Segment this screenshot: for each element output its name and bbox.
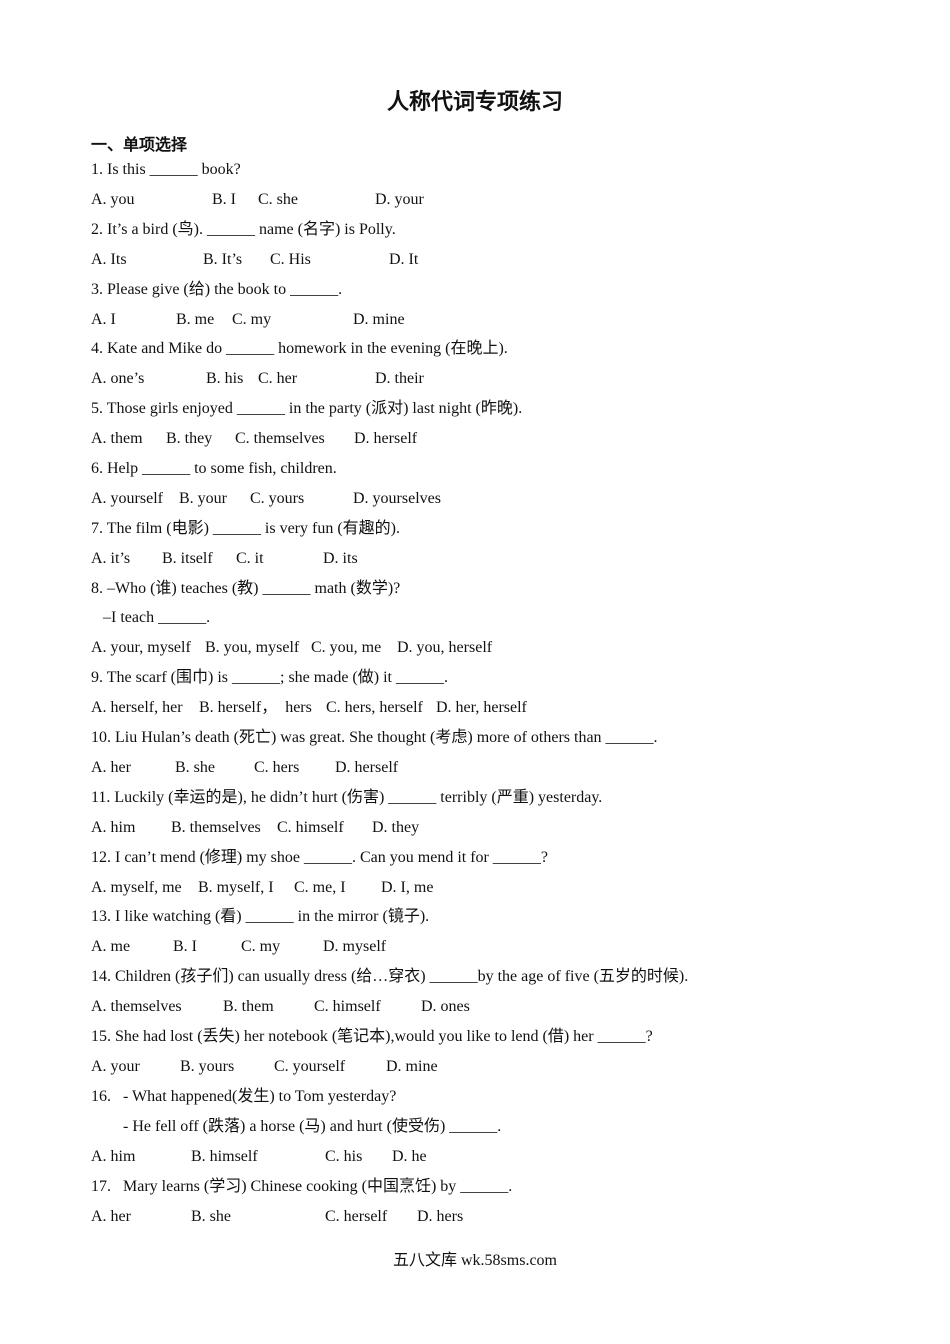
answer-option: A. your (91, 1058, 140, 1075)
answer-option: B. themselves (171, 819, 261, 836)
answer-option: C. yourself (274, 1058, 346, 1075)
answer-option: D. herself (354, 430, 418, 447)
answer-option: D. mine (353, 311, 405, 328)
answer-option: B. yours (180, 1058, 235, 1075)
question-stem: 14. Children (孩子们) can usually dress (给…… (91, 968, 689, 985)
answer-option: A. them (91, 430, 143, 447)
answer-option: C. her (258, 370, 298, 387)
answer-option: A. him (91, 819, 136, 836)
question-stem: 5. Those girls enjoyed ______ in the par… (91, 400, 523, 417)
answer-option: D. you, herself (397, 639, 493, 656)
answer-option: C. hers (254, 759, 300, 776)
answer-option: C. my (241, 938, 281, 955)
question-stem: 1. Is this ______ book? (91, 161, 241, 178)
question-stem-continued: - He fell off (跌落) a horse (马) and hurt … (91, 1118, 502, 1135)
answer-option: B. himself (191, 1148, 258, 1165)
answer-option: B. I (173, 938, 197, 955)
answer-option: B. they (166, 430, 213, 447)
answer-option: A. themselves (91, 998, 182, 1015)
answer-option: B. I (212, 191, 236, 208)
answer-option: D. ones (421, 998, 470, 1015)
answer-option: D. their (375, 370, 424, 387)
answer-option: C. my (232, 311, 272, 328)
answer-option: D. her, herself (436, 699, 527, 716)
question-stem: 13. I like watching (看) ______ in the mi… (91, 908, 430, 925)
answer-option: C. herself (325, 1208, 388, 1225)
answer-option: C. she (258, 191, 298, 208)
answer-option: C. himself (314, 998, 381, 1015)
answer-option: D. yourselves (353, 490, 441, 507)
question-stem: 9. The scarf (围巾) is ______; she made (做… (91, 669, 448, 686)
answer-option: B. she (191, 1208, 231, 1225)
answer-option: A. her (91, 1208, 131, 1225)
answer-option: A. me (91, 938, 131, 955)
answer-option: A. him (91, 1148, 136, 1165)
answer-option: A. you (91, 191, 135, 208)
answer-option: A. your, myself (91, 639, 191, 656)
question-stem: 17. Mary learns (学习) Chinese cooking (中国… (91, 1178, 513, 1195)
question-stem: 8. –Who (谁) teaches (教) ______ math (数学)… (91, 580, 401, 597)
answer-option: B. his (206, 370, 244, 387)
answer-option: B. itself (162, 550, 213, 567)
question-stem: 10. Liu Hulan’s death (死亡) was great. Sh… (91, 729, 658, 746)
answer-option: C. it (236, 550, 264, 567)
answer-option: B. herself， hers (199, 699, 312, 716)
answer-option: A. myself, me (91, 879, 182, 896)
answer-option: D. It (389, 251, 419, 268)
footer-watermark: 五八文库 wk.58sms.com (392, 1252, 557, 1269)
answer-option: C. you, me (311, 639, 382, 656)
question-stem: 7. The film (电影) ______ is very fun (有趣的… (91, 520, 400, 537)
question-stem-continued: –I teach ______. (91, 609, 211, 626)
answer-option: A. one’s (91, 370, 145, 387)
section-heading: 一、单项选择 (91, 135, 188, 154)
answer-option: C. himself (277, 819, 344, 836)
answer-option: A. yourself (91, 490, 163, 507)
question-stem: 11. Luckily (幸运的是), he didn’t hurt (伤害) … (91, 789, 603, 806)
answer-option: A. her (91, 759, 131, 776)
answer-option: C. His (270, 251, 311, 268)
answer-option: B. me (176, 311, 215, 328)
answer-option: C. hers, herself (326, 699, 423, 716)
answer-option: D. he (392, 1148, 427, 1165)
answer-option: D. I, me (381, 879, 434, 896)
answer-option: D. hers (417, 1208, 464, 1225)
answer-option: D. mine (386, 1058, 438, 1075)
answer-option: B. them (223, 998, 274, 1015)
answer-option: A. it’s (91, 550, 131, 567)
answer-option: D. myself (323, 938, 387, 955)
answer-option: D. herself (335, 759, 399, 776)
question-stem: 3. Please give (给) the book to ______. (91, 281, 343, 298)
question-stem: 12. I can’t mend (修理) my shoe ______. Ca… (91, 849, 548, 866)
question-stem: 15. She had lost (丢失) her notebook (笔记本)… (91, 1028, 653, 1045)
answer-option: C. his (325, 1148, 363, 1165)
answer-option: B. she (175, 759, 215, 776)
answer-option: A. I (91, 311, 116, 328)
answer-option: D. its (323, 550, 358, 567)
answer-option: C. themselves (235, 430, 325, 447)
answer-option: B. It’s (203, 251, 243, 268)
question-stem: 6. Help ______ to some fish, children. (91, 460, 337, 477)
answer-option: B. you, myself (205, 639, 300, 656)
question-stem: 2. It’s a bird (鸟). ______ name (名字) is … (91, 221, 396, 238)
answer-option: A. herself, her (91, 699, 183, 716)
answer-option: D. your (375, 191, 424, 208)
answer-option: B. your (179, 490, 227, 507)
answer-option: D. they (372, 819, 420, 836)
answer-option: B. myself, I (198, 879, 274, 896)
answer-option: C. yours (250, 490, 305, 507)
question-stem: 16. - What happened(发生) to Tom yesterday… (91, 1088, 397, 1105)
page-title: 人称代词专项练习 (386, 90, 563, 115)
answer-option: C. me, I (294, 879, 346, 896)
question-stem: 4. Kate and Mike do ______ homework in t… (91, 340, 508, 357)
answer-option: A. Its (91, 251, 127, 268)
